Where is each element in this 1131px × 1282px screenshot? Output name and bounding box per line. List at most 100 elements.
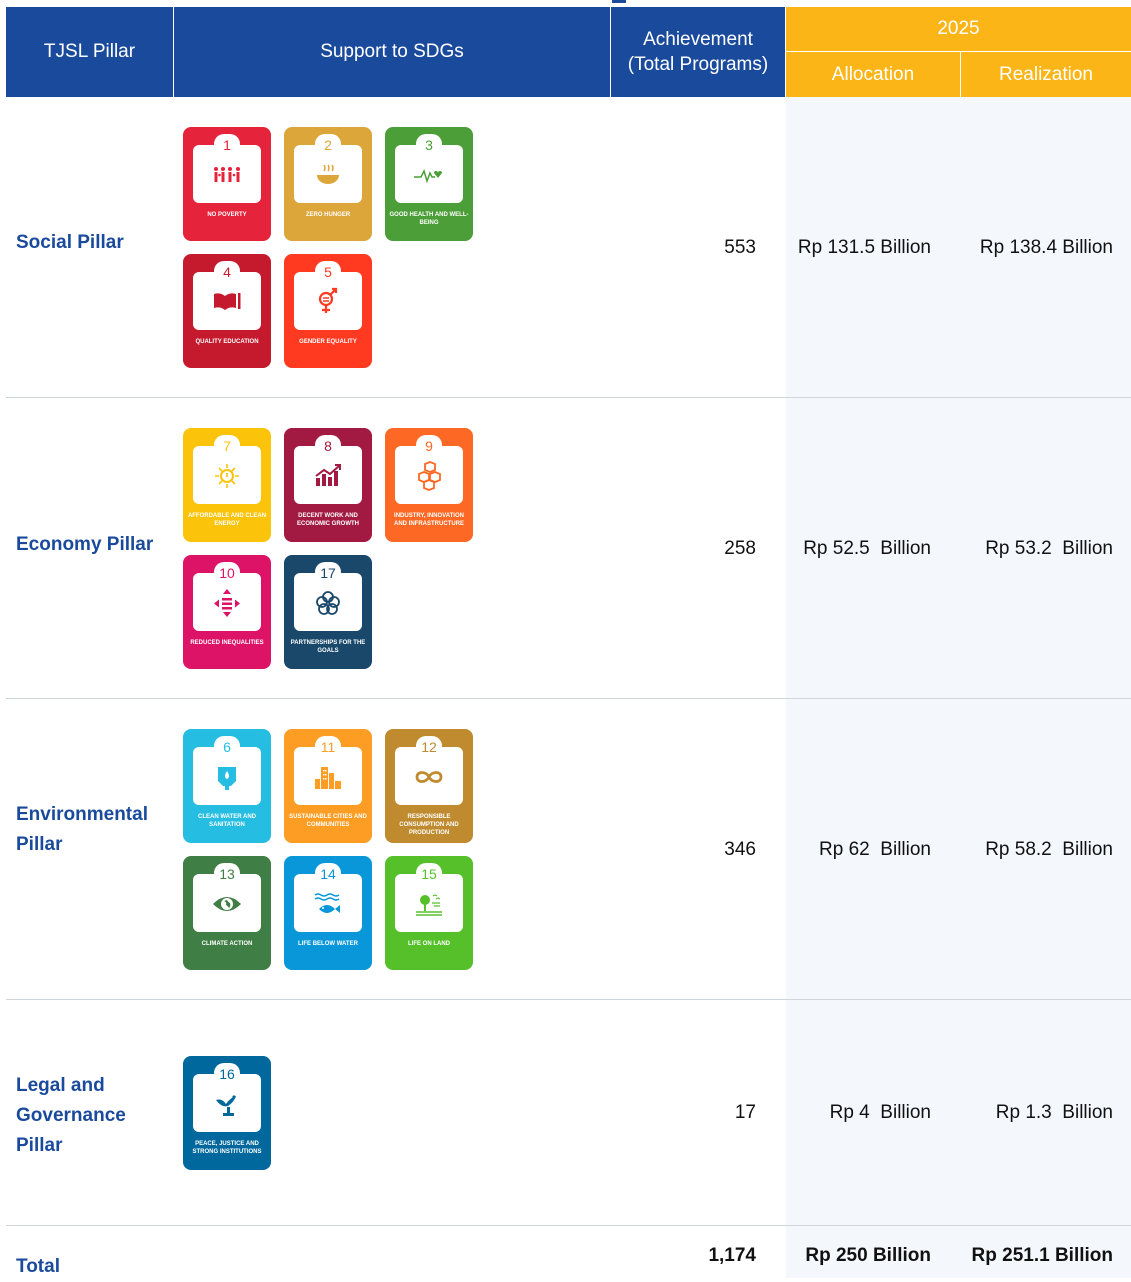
eye-globe-icon	[213, 897, 241, 911]
sdg-number: 15	[416, 863, 442, 883]
sdg-number: 9	[416, 435, 442, 455]
sdg-label: LIFE BELOW WATER	[298, 941, 358, 947]
cubes-icon	[418, 461, 441, 491]
sdg-label: CLIMATE ACTION	[201, 941, 253, 947]
total-realization: Rp 251.1 Billion	[971, 1245, 1113, 1266]
sdg-tile: 6 CLEAN WATER AND SANITATION	[183, 729, 271, 843]
sdg-tile: 3 GOOD HEALTH AND WELL-BEING	[385, 127, 473, 241]
sdg-tile: 16 PEACE, JUSTICE AND STRONG INSTITUTION…	[183, 1056, 271, 1170]
achievement-environmental: 346	[724, 839, 756, 860]
header-divider	[960, 52, 961, 97]
gender-icon	[318, 287, 338, 313]
top-strip	[0, 0, 1131, 7]
sdg-tile: 17 PARTNERSHIPS FOR THE GOALS	[284, 555, 372, 669]
pillar-social: Social Pillar	[16, 232, 124, 253]
row-divider	[6, 1225, 1131, 1226]
header-divider	[610, 7, 611, 97]
pillar-environmental: Environmental Pillar	[16, 804, 148, 855]
sdg-label: QUALITY EDUCATION	[195, 339, 259, 345]
header-sdgs: Support to SDGs	[174, 7, 610, 97]
sdg-number: 2	[315, 134, 341, 154]
sdg-label: INDUSTRY, INNOVATION AND INFRASTRUCTURE	[394, 513, 464, 527]
realization-environmental: Rp 58.2 Billion	[985, 839, 1113, 860]
allocation-social: Rp 131.5 Billion	[797, 237, 931, 258]
header-divider	[785, 7, 786, 97]
rings-icon	[316, 591, 340, 615]
sdg-number: 3	[416, 134, 442, 154]
dove-gavel-icon	[216, 1095, 236, 1116]
total-allocation: Rp 250 Billion	[805, 1245, 931, 1266]
header-sdgs-label: Support to SDGs	[320, 41, 464, 62]
tree-icon	[416, 894, 442, 916]
sdg-label: AFFORDABLE AND CLEAN ENERGY	[187, 513, 267, 527]
sdg-tile: 7 AFFORDABLE AND CLEAN ENERGY	[183, 428, 271, 542]
header-pillar-label: TJSL Pillar	[43, 41, 136, 62]
sdg-label: DECENT WORK AND ECONOMIC GROWTH	[297, 513, 359, 527]
sdg-label: LIFE ON LAND	[408, 941, 450, 947]
sdg-number: 13	[214, 863, 240, 883]
sdg-number: 17	[315, 562, 341, 582]
sdg-number: 7	[214, 435, 240, 455]
header-year-divider	[786, 51, 1131, 52]
sdg-tile: 14 LIFE BELOW WATER	[284, 856, 372, 970]
sdg-tile: 2 ZERO HUNGER	[284, 127, 372, 241]
book-icon	[214, 293, 241, 310]
realization-social: Rp 138.4 Billion	[979, 237, 1113, 258]
city-icon	[315, 767, 341, 789]
sun-icon	[215, 464, 239, 488]
header-pillar: TJSL Pillar	[6, 7, 173, 97]
sdg-number: 11	[315, 736, 341, 756]
sdg-tile: 5 GENDER EQUALITY	[284, 254, 372, 368]
fish-icon	[314, 893, 340, 913]
sdg-tile: 8 DECENT WORK AND ECONOMIC GROWTH	[284, 428, 372, 542]
pillar-legal-governance: Legal and Governance Pillar	[16, 1075, 126, 1156]
header-year-label: 2025	[937, 18, 980, 39]
sdg-tile: 1 NO POVERTY	[183, 127, 271, 241]
header-year: 2025	[786, 7, 1131, 51]
sdg-label: PARTNERSHIPS FOR THE GOALS	[290, 640, 366, 654]
sdg-tile: 13 CLIMATE ACTION	[183, 856, 271, 970]
sdg-number: 8	[315, 435, 341, 455]
sdg-number: 6	[214, 736, 240, 756]
infinity-icon	[415, 771, 443, 783]
header-achievement: Achievement (Total Programs)	[611, 7, 785, 97]
family-icon	[214, 167, 240, 182]
sdg-tile: 9 INDUSTRY, INNOVATION AND INFRASTRUCTUR…	[385, 428, 473, 542]
row-divider	[6, 397, 1131, 398]
allocation-economy: Rp 52.5 Billion	[803, 538, 931, 559]
sdg-number: 12	[416, 736, 442, 756]
sdg-label: NO POVERTY	[207, 212, 247, 218]
sdg-label: GOOD HEALTH AND WELL-BEING	[389, 212, 469, 226]
heartbeat-icon	[414, 168, 442, 184]
sdg-label: CLEAN WATER AND SANITATION	[198, 814, 256, 828]
sdg-label: RESPONSIBLE CONSUMPTION AND PRODUCTION	[399, 814, 459, 836]
realization-legal-governance: Rp 1.3 Billion	[995, 1102, 1113, 1123]
sdg-number: 14	[315, 863, 341, 883]
header-divider	[173, 7, 174, 97]
header-allocation-label: Allocation	[831, 63, 915, 85]
sdg-label: PEACE, JUSTICE AND STRONG INSTITUTIONS	[192, 1141, 262, 1155]
growth-chart-icon	[315, 464, 341, 486]
sdg-number: 16	[214, 1063, 240, 1083]
sdg-tile: 12 RESPONSIBLE CONSUMPTION AND PRODUCTIO…	[385, 729, 473, 843]
sdg-label: SUSTAINABLE CITIES AND COMMUNITIES	[289, 814, 367, 828]
sdg-tile: 15 LIFE ON LAND	[385, 856, 473, 970]
header-realization-label: Realization	[999, 63, 1093, 85]
row-divider	[6, 698, 1131, 699]
top-mark	[612, 0, 626, 3]
equality-arrows-icon	[214, 589, 240, 617]
sdg-label: GENDER EQUALITY	[299, 339, 357, 345]
sdg-number: 4	[214, 261, 240, 281]
sdg-label: ZERO HUNGER	[305, 212, 351, 218]
budget-column-bg	[786, 97, 1131, 1278]
allocation-environmental: Rp 62 Billion	[819, 839, 931, 860]
achievement-legal-governance: 17	[734, 1102, 756, 1123]
row-divider	[6, 999, 1131, 1000]
achievement-social: 553	[724, 237, 756, 258]
header-realization: Realization	[961, 52, 1131, 97]
sdg-number: 5	[315, 261, 341, 281]
pillar-economy: Economy Pillar	[16, 534, 154, 555]
sdg-number: 10	[214, 562, 240, 582]
sdg-number: 1	[214, 134, 240, 154]
header-allocation: Allocation	[786, 52, 960, 97]
